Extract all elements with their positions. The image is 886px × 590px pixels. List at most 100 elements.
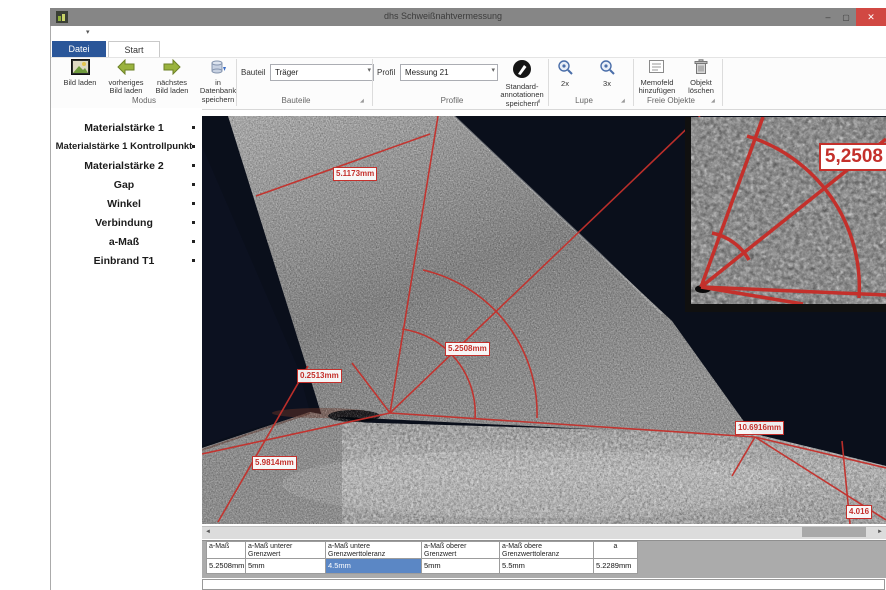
zoom-2x-button[interactable]: 2x (552, 59, 578, 88)
image-icon (71, 59, 90, 78)
bullet-icon (192, 164, 195, 167)
tab-start[interactable]: Start (108, 41, 160, 57)
load-image-label: Bild laden (64, 79, 97, 88)
mode-label: Einbrand T1 (94, 255, 155, 267)
sidebar-item-materialstaerke-2[interactable]: Materialstärke 2 (51, 156, 197, 175)
pen-circle-icon (512, 59, 532, 82)
previous-image-button[interactable]: vorheriges Bild laden (104, 59, 148, 96)
magnifier-icon (557, 59, 574, 79)
mode-label: a-Maß (109, 236, 139, 248)
column-header: a-Maß unterer Grenzwert (245, 541, 326, 559)
table-cell-obere-toleranz[interactable]: 5.5mm (499, 559, 594, 574)
mode-label: Gap (114, 179, 134, 191)
previous-image-label: vorheriges Bild laden (108, 79, 143, 96)
mode-sidebar: Materialstärke 1 Materialstärke 1 Kontro… (51, 108, 202, 590)
bauteil-combobox[interactable]: Träger ▾ (270, 64, 374, 81)
trash-icon (694, 59, 708, 78)
measurement-label[interactable]: 10.6916mm (735, 421, 784, 435)
magnified-measurement-value: 5,2508 (819, 143, 886, 171)
scroll-right-icon[interactable]: ► (874, 526, 886, 538)
scrollbar-thumb[interactable] (802, 527, 866, 537)
mode-label: Winkel (107, 198, 141, 210)
next-image-label: nächstes Bild laden (156, 79, 189, 96)
next-image-button[interactable]: nächstes Bild laden (150, 59, 194, 96)
sidebar-item-materialstaerke-1[interactable]: Materialstärke 1 (51, 118, 197, 137)
column-header: a-Maß (206, 541, 246, 559)
zoom-3x-button[interactable]: 3x (594, 59, 620, 88)
zoom-3x-label: 3x (603, 80, 611, 89)
mode-label: Materialstärke 1 (84, 122, 163, 134)
group-label-lupe: Lupe (548, 96, 620, 105)
table-cell-result[interactable]: 5.2289mm (593, 559, 638, 574)
sidebar-item-a-mass[interactable]: a-Maß (51, 232, 197, 251)
measurement-label[interactable]: 0.2513mm (297, 369, 342, 383)
column-header: a-Maß untere Grenzwerttoleranz (325, 541, 422, 559)
measurement-label[interactable]: 4.016 (846, 505, 872, 519)
magnifier-icon (599, 59, 616, 79)
maximize-button[interactable]: ▢ (838, 8, 854, 26)
sidebar-item-gap[interactable]: Gap (51, 175, 197, 194)
bullet-icon (192, 221, 195, 224)
results-table: a-Maß a-Maß unterer Grenzwert a-Maß unte… (202, 540, 886, 578)
mode-label: Materialstärke 2 (84, 160, 163, 172)
measurement-label[interactable]: 5.9814mm (252, 456, 297, 470)
memo-icon (648, 59, 666, 78)
sidebar-item-materialstaerke-1-kontrollpunkt[interactable]: Materialstärke 1 Kontrollpunkt (51, 137, 197, 156)
chevron-down-icon: ▾ (491, 66, 495, 74)
arrow-right-icon (162, 59, 182, 78)
bullet-icon (192, 240, 195, 243)
table-cell-untere-toleranz-selected[interactable]: 4.5mm (325, 559, 422, 574)
window-title: dhs Schweißnahtvermessung (50, 11, 836, 21)
bullet-icon (192, 145, 195, 148)
group-label-modus: Modus (52, 96, 236, 105)
column-header: a-Maß oberer Grenzwert (421, 541, 500, 559)
column-header: a-Maß obere Grenzwerttoleranz (499, 541, 594, 559)
scroll-left-icon[interactable]: ◄ (202, 526, 214, 538)
arrow-left-icon (116, 59, 136, 78)
table-cell-oberer-grenzwert[interactable]: 5mm (421, 559, 500, 574)
quick-access-dropdown-icon[interactable]: ▾ (86, 28, 90, 36)
dialog-launcher-icon[interactable]: ◢ (621, 98, 625, 104)
add-memo-field-label: Memofeld hinzufügen (639, 79, 676, 96)
mode-label: Materialstärke 1 Kontrollpunkt (56, 141, 193, 152)
table-cell-a-mass[interactable]: 5.2508mm (206, 559, 246, 574)
bauteil-value: Träger (275, 68, 298, 77)
app-window: dhs Schweißnahtvermessung – ▢ ✕ ▾ Datei … (0, 0, 886, 590)
mode-label: Verbindung (95, 217, 153, 229)
delete-object-label: Objekt löschen (688, 79, 714, 96)
horizontal-scrollbar[interactable] (202, 526, 886, 539)
profil-field-label: Profil (377, 68, 395, 77)
sidebar-item-winkel[interactable]: Winkel (51, 194, 197, 213)
bullet-icon (192, 202, 195, 205)
bullet-icon (192, 259, 195, 262)
dialog-launcher-icon[interactable]: ◢ (536, 98, 540, 104)
column-header: a (593, 541, 638, 559)
bullet-icon (192, 126, 195, 129)
sidebar-item-verbindung[interactable]: Verbindung (51, 213, 197, 232)
add-memo-field-button[interactable]: Memofeld hinzufügen (636, 59, 678, 96)
magnifier-inset: 5,2508 (685, 117, 886, 312)
ribbon-separator (722, 59, 723, 106)
minimize-button[interactable]: – (820, 8, 836, 26)
bullet-icon (192, 183, 195, 186)
sidebar-item-einbrand-t1[interactable]: Einbrand T1 (51, 251, 197, 270)
bauteil-field-label: Bauteil (241, 68, 265, 77)
group-label-profile: Profile (372, 96, 532, 105)
close-button[interactable]: ✕ (856, 8, 886, 26)
database-icon (209, 59, 227, 78)
group-label-freie-objekte: Freie Objekte (633, 96, 709, 105)
profil-value: Messung 21 (405, 68, 449, 77)
measurement-label[interactable]: 5.1173mm (333, 167, 377, 181)
bottom-panel (202, 579, 885, 590)
measurement-label[interactable]: 5.2508mm (445, 342, 490, 356)
zoom-2x-label: 2x (561, 80, 569, 89)
tab-datei[interactable]: Datei (52, 41, 106, 57)
chevron-down-icon: ▾ (367, 66, 371, 74)
profil-combobox[interactable]: Messung 21 ▾ (400, 64, 498, 81)
group-label-bauteile: Bauteile (236, 96, 356, 105)
table-cell-unterer-grenzwert[interactable]: 5mm (245, 559, 326, 574)
delete-object-button[interactable]: Objekt löschen (682, 59, 720, 96)
load-image-button[interactable]: Bild laden (58, 59, 102, 87)
dialog-launcher-icon[interactable]: ◢ (711, 98, 715, 104)
dialog-launcher-icon[interactable]: ◢ (360, 98, 364, 104)
